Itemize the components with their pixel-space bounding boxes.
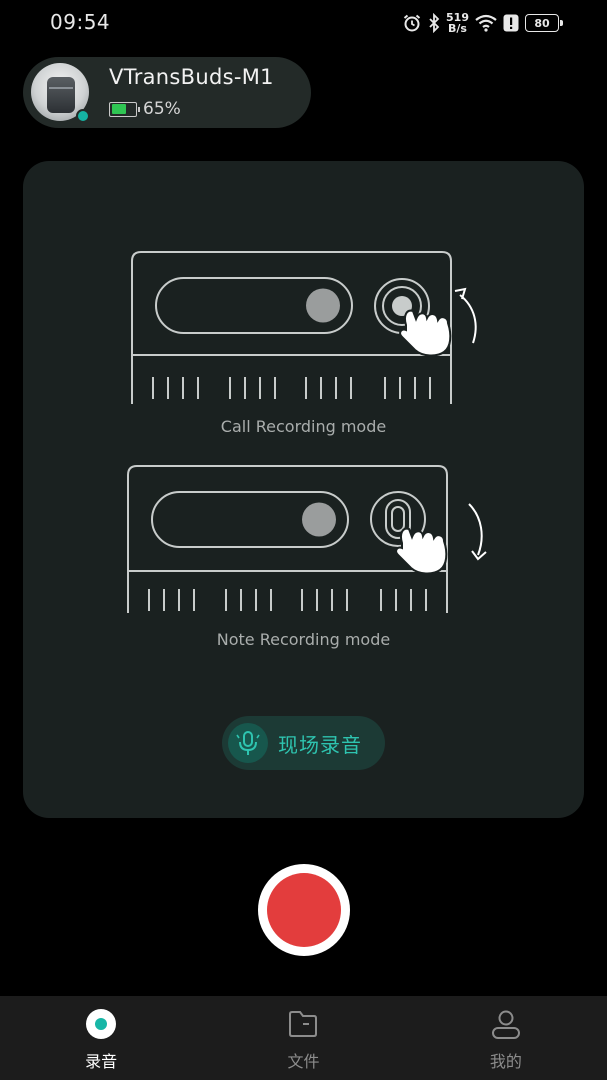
status-icons: 519 B/s 80 [402, 10, 563, 36]
record-dot-icon [86, 1008, 117, 1040]
status-time: 09:54 [50, 10, 111, 34]
net-speed-unit: B/s [448, 22, 467, 35]
alert-icon [503, 14, 519, 32]
alarm-icon [402, 13, 422, 33]
battery-level-fill [111, 104, 127, 114]
device-name: VTransBuds-M1 [109, 65, 274, 89]
live-recording-label: 现场录音 [278, 732, 362, 757]
earbuds-case-image [47, 77, 75, 113]
tab-profile-label: 我的 [489, 1052, 522, 1071]
battery-icon: 80 [525, 14, 563, 32]
network-speed: 519 B/s [446, 12, 469, 34]
connection-status-dot [76, 109, 90, 123]
mic-icon [228, 723, 268, 763]
tab-recording[interactable]: 录音 [0, 996, 202, 1080]
folder-icon [287, 1008, 319, 1040]
status-bar: 09:54 519 B/s 80 [0, 0, 607, 46]
tab-profile[interactable]: 我的 [405, 996, 607, 1080]
tab-files-label: 文件 [287, 1052, 320, 1071]
note-recording-mode-label: Note Recording mode [216, 630, 391, 649]
profile-icon [490, 1008, 522, 1040]
call-recording-illustration [131, 251, 477, 404]
battery-percent: 65% [143, 99, 181, 119]
call-recording-mode-label: Call Recording mode [220, 417, 387, 436]
battery-level-icon [109, 101, 140, 117]
record-button[interactable] [258, 864, 350, 956]
bluetooth-icon [428, 13, 440, 33]
record-button-core [267, 873, 341, 947]
mode-guide-card: Call Recording mode Note Recording mode [23, 161, 584, 818]
tab-recording-label: 录音 [85, 1052, 118, 1071]
live-recording-button[interactable]: 现场录音 [222, 716, 385, 770]
wifi-icon [475, 14, 497, 32]
tab-files[interactable]: 文件 [202, 996, 404, 1080]
device-chip[interactable]: VTransBuds-M1 65% [23, 57, 311, 128]
note-recording-illustration [127, 465, 487, 613]
device-battery: 65% [109, 99, 181, 119]
bottom-tab-bar: 录音 文件 我的 [0, 996, 607, 1080]
